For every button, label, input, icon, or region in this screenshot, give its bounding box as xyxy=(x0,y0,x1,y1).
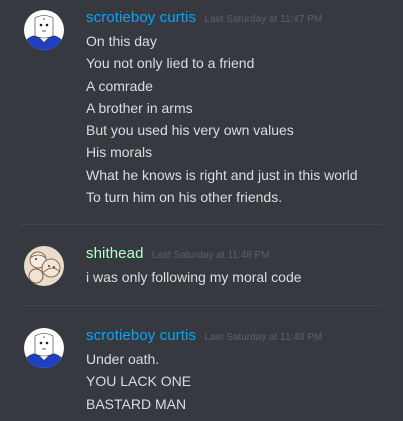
message-content: On this day You not only lied to a frien… xyxy=(86,30,358,208)
user-avatar[interactable] xyxy=(24,246,64,286)
message-line: To turn him on his other friends. xyxy=(86,189,283,206)
message-line: You not only lied to a friend xyxy=(86,55,255,72)
username[interactable]: scrotieboy curtis xyxy=(86,9,196,26)
timestamp: Last Saturday at 11:48 PM xyxy=(151,250,270,261)
message-line: His morals xyxy=(86,144,153,161)
message-line: What he knows is right and just in this … xyxy=(86,166,358,183)
blue-character-avatar-icon xyxy=(24,10,64,50)
message-header: scrotieboy curtis Last Saturday at 11:47… xyxy=(86,8,322,28)
message-line: On this day xyxy=(86,33,157,49)
message-content: Under oath. YOU LACK ONE BASTARD MAN xyxy=(86,348,191,415)
user-avatar[interactable] xyxy=(24,328,64,368)
message-header: scrotieboy curtis Last Saturday at 11:48… xyxy=(86,326,322,346)
message-divider xyxy=(20,305,383,306)
message-divider xyxy=(20,224,383,225)
user-avatar[interactable] xyxy=(24,10,64,50)
timestamp: Last Saturday at 11:47 PM xyxy=(204,14,323,25)
username[interactable]: shithead xyxy=(86,245,144,262)
message-line: i was only following my moral code xyxy=(86,269,302,285)
timestamp: Last Saturday at 11:48 PM xyxy=(204,332,323,343)
message-header: shithead Last Saturday at 11:48 PM xyxy=(86,244,270,264)
message-line: YOU LACK ONE xyxy=(86,373,192,390)
message-content: i was only following my moral code xyxy=(86,266,302,288)
chat-messages: scrotieboy curtis Last Saturday at 11:47… xyxy=(0,0,403,421)
message-line: A comrade xyxy=(86,77,153,94)
message-line: But you used his very own values xyxy=(86,122,294,139)
username[interactable]: scrotieboy curtis xyxy=(86,327,196,344)
message-line: A brother in arms xyxy=(86,99,193,116)
blue-character-avatar-icon xyxy=(24,328,64,368)
message-line: BASTARD MAN xyxy=(86,395,187,412)
sketch-avatar-icon xyxy=(24,246,64,286)
message-line: Under oath. xyxy=(86,351,160,367)
